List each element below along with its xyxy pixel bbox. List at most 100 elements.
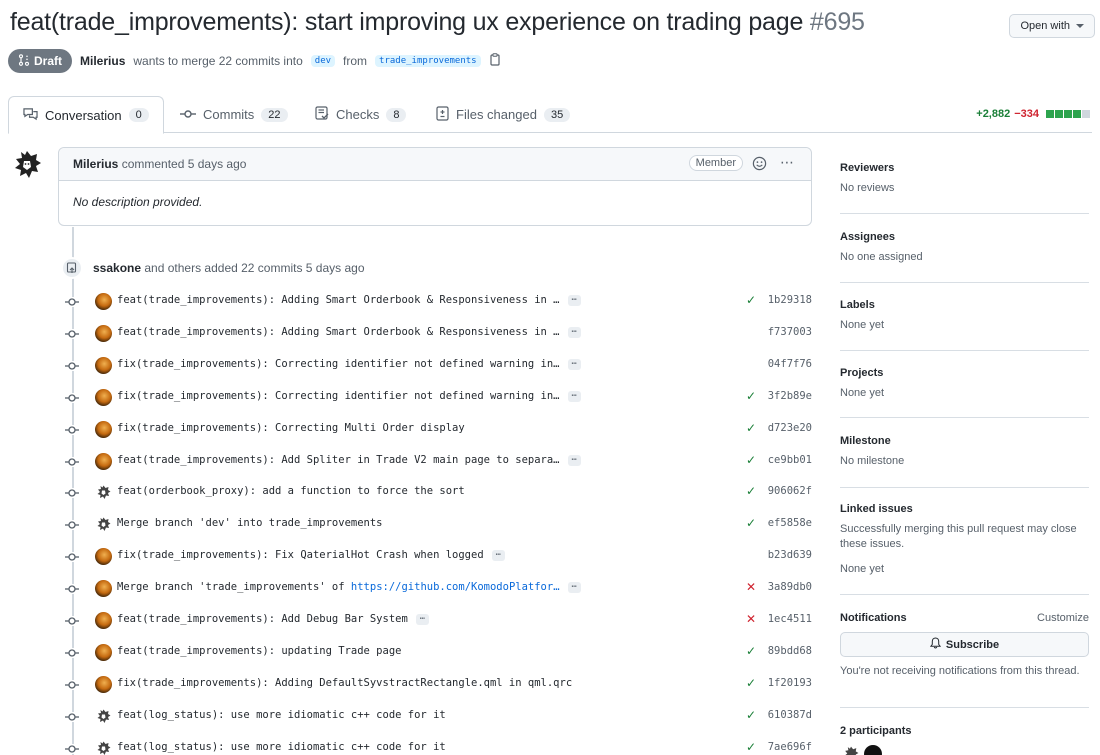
check-icon[interactable]: ✓	[746, 389, 756, 403]
expand-message-button[interactable]: ⋯	[567, 358, 581, 370]
commit-message-text[interactable]: feat(orderbook_proxy): add a function to…	[117, 485, 465, 497]
commit-message-text[interactable]: feat(log_status): use more idiomatic c++…	[117, 741, 446, 753]
commit-sha[interactable]: 906062f	[768, 485, 812, 497]
expand-message-button[interactable]: ⋯	[491, 550, 506, 562]
commit-message[interactable]: feat(log_status): use more idiomatic c++…	[117, 709, 446, 721]
commit-sha[interactable]: 04f7f76	[768, 358, 812, 370]
commit-sha[interactable]: 610387d	[768, 709, 812, 721]
expand-message-button[interactable]: ⋯	[567, 326, 581, 338]
sidebar-projects[interactable]: Projects None yet	[840, 367, 1089, 418]
commit-sha[interactable]: 1ec4511	[768, 613, 812, 625]
commit-sha[interactable]: 3f2b89e	[768, 390, 812, 402]
subscribe-button[interactable]: Subscribe	[840, 632, 1089, 657]
author-avatar[interactable]	[10, 148, 44, 182]
base-branch[interactable]: dev	[310, 55, 336, 67]
commit-author-avatar[interactable]	[95, 548, 112, 566]
commit-author-avatar[interactable]	[95, 516, 112, 533]
commit-row[interactable]: feat(trade_improvements): Adding Smart O…	[64, 322, 812, 346]
commit-message-text[interactable]: feat(trade_improvements): Add Spliter in…	[117, 454, 560, 466]
commit-sha[interactable]: 3a89db0	[768, 581, 812, 593]
commit-author-avatar[interactable]	[95, 643, 112, 661]
expand-message-button[interactable]: ⋯	[567, 295, 581, 306]
commit-author-avatar[interactable]	[95, 420, 112, 438]
commit-author-avatar[interactable]	[95, 708, 112, 725]
check-icon[interactable]: ✓	[746, 484, 756, 498]
check-icon[interactable]: ✓	[746, 516, 756, 530]
commit-message[interactable]: feat(trade_improvements): Adding Smart O…	[117, 294, 581, 306]
commit-message-text[interactable]: feat(log_status): use more idiomatic c++…	[117, 709, 446, 721]
sidebar-assignees[interactable]: Assignees No one assigned	[840, 231, 1089, 283]
open-with-button[interactable]: Open with	[1009, 14, 1095, 38]
commit-sha[interactable]: 1f20193	[768, 677, 812, 689]
check-icon[interactable]: ✓	[746, 676, 756, 690]
commit-row[interactable]: feat(orderbook_proxy): add a function to…	[64, 481, 812, 505]
commit-row[interactable]: fix(trade_improvements): Correcting iden…	[64, 354, 812, 378]
check-icon[interactable]: ✓	[746, 740, 756, 754]
commit-author-avatar[interactable]	[95, 388, 112, 406]
commit-message-text[interactable]: fix(trade_improvements): Correcting Mult…	[117, 422, 465, 434]
commit-message[interactable]: Merge branch 'dev' into trade_improvemen…	[117, 517, 383, 529]
commit-author-avatar[interactable]	[95, 740, 112, 755]
commit-message-text[interactable]: fix(trade_improvements): Correcting iden…	[117, 358, 560, 370]
commit-message[interactable]: feat(trade_improvements): Adding Smart O…	[117, 326, 581, 338]
commit-message[interactable]: fix(trade_improvements): Fix QaterialHot…	[117, 549, 506, 562]
commit-message-link[interactable]: https://github.com/KomodoPlatfor…	[351, 581, 560, 593]
commit-group-author[interactable]: ssakone	[93, 261, 141, 275]
commit-author-avatar[interactable]	[95, 484, 112, 501]
expand-message-button[interactable]: ⋯	[415, 614, 430, 625]
check-icon[interactable]: ✓	[746, 644, 756, 658]
participant-avatar[interactable]	[864, 745, 882, 755]
commit-sha[interactable]: d723e20	[768, 422, 812, 434]
commit-message-text[interactable]: Merge branch 'dev' into trade_improvemen…	[117, 517, 383, 529]
copy-icon[interactable]	[489, 53, 501, 69]
commit-message[interactable]: fix(trade_improvements): Correcting iden…	[117, 358, 581, 370]
tab-files-changed[interactable]: Files changed 35	[422, 96, 584, 133]
tab-commits[interactable]: Commits 22	[166, 96, 302, 133]
comment-timestamp[interactable]: commented 5 days ago	[122, 157, 247, 171]
expand-message-button[interactable]: ⋯	[567, 454, 581, 466]
commit-row[interactable]: feat(log_status): use more idiomatic c++…	[64, 705, 812, 729]
participant-avatar[interactable]	[842, 745, 860, 755]
commit-row[interactable]: fix(trade_improvements): Correcting Mult…	[64, 418, 812, 442]
commit-row[interactable]: feat(trade_improvements): updating Trade…	[64, 641, 812, 665]
sidebar-labels[interactable]: Labels None yet	[840, 299, 1089, 351]
commit-row[interactable]: Merge branch 'trade_improvements' of htt…	[64, 577, 812, 601]
commit-author-avatar[interactable]	[95, 612, 112, 629]
commit-message[interactable]: feat(trade_improvements): Add Debug Bar …	[117, 613, 430, 625]
commit-row[interactable]: feat(trade_improvements): Add Debug Bar …	[64, 609, 812, 633]
commit-sha[interactable]: 7ae696f	[768, 741, 812, 753]
commit-sha[interactable]: ef5858e	[768, 517, 812, 529]
commit-row[interactable]: feat(trade_improvements): Adding Smart O…	[64, 290, 812, 314]
commit-message[interactable]: fix(trade_improvements): Adding DefaultS…	[117, 677, 572, 689]
check-icon[interactable]: ✓	[746, 421, 756, 435]
commit-message[interactable]: feat(trade_improvements): updating Trade…	[117, 645, 401, 657]
commit-author-avatar[interactable]	[95, 356, 112, 374]
commit-row[interactable]: fix(trade_improvements): Correcting iden…	[64, 386, 812, 410]
kebab-horizontal-icon[interactable]: ⋯	[780, 154, 795, 171]
commit-message[interactable]: Merge branch 'trade_improvements' of htt…	[117, 581, 581, 594]
expand-message-button[interactable]: ⋯	[567, 582, 581, 594]
commit-author-avatar[interactable]	[95, 675, 112, 693]
head-branch[interactable]: trade_improvements	[375, 55, 481, 67]
commit-message-text[interactable]: feat(trade_improvements): Add Debug Bar …	[117, 613, 408, 625]
commit-sha[interactable]: 1b29318	[768, 294, 812, 306]
commit-author-avatar[interactable]	[95, 452, 112, 470]
expand-message-button[interactable]: ⋯	[567, 390, 581, 402]
commit-message[interactable]: feat(trade_improvements): Add Spliter in…	[117, 454, 581, 466]
sidebar-linked-issues[interactable]: Linked issues Successfully merging this …	[840, 503, 1089, 595]
commit-sha[interactable]: 89bdd68	[768, 645, 812, 657]
commit-message-text[interactable]: fix(trade_improvements): Adding DefaultS…	[117, 677, 572, 689]
commit-row[interactable]: fix(trade_improvements): Fix QaterialHot…	[64, 545, 812, 569]
commit-message-text[interactable]: fix(trade_improvements): Correcting iden…	[117, 390, 560, 402]
commit-message[interactable]: feat(log_status): use more idiomatic c++…	[117, 741, 446, 753]
commit-author-avatar[interactable]	[95, 324, 112, 342]
x-icon[interactable]: ✕	[746, 580, 756, 594]
commit-message[interactable]: fix(trade_improvements): Correcting iden…	[117, 390, 581, 402]
commit-message-text[interactable]: Merge branch 'trade_improvements' of	[117, 581, 351, 593]
commit-message-text[interactable]: feat(trade_improvements): updating Trade…	[117, 645, 401, 657]
commit-message-text[interactable]: fix(trade_improvements): Fix QaterialHot…	[117, 549, 484, 561]
commit-author-avatar[interactable]	[95, 580, 112, 598]
commit-row[interactable]: feat(log_status): use more idiomatic c++…	[64, 737, 812, 755]
check-icon[interactable]: ✓	[746, 708, 756, 722]
commit-sha[interactable]: ce9bb01	[768, 454, 812, 466]
